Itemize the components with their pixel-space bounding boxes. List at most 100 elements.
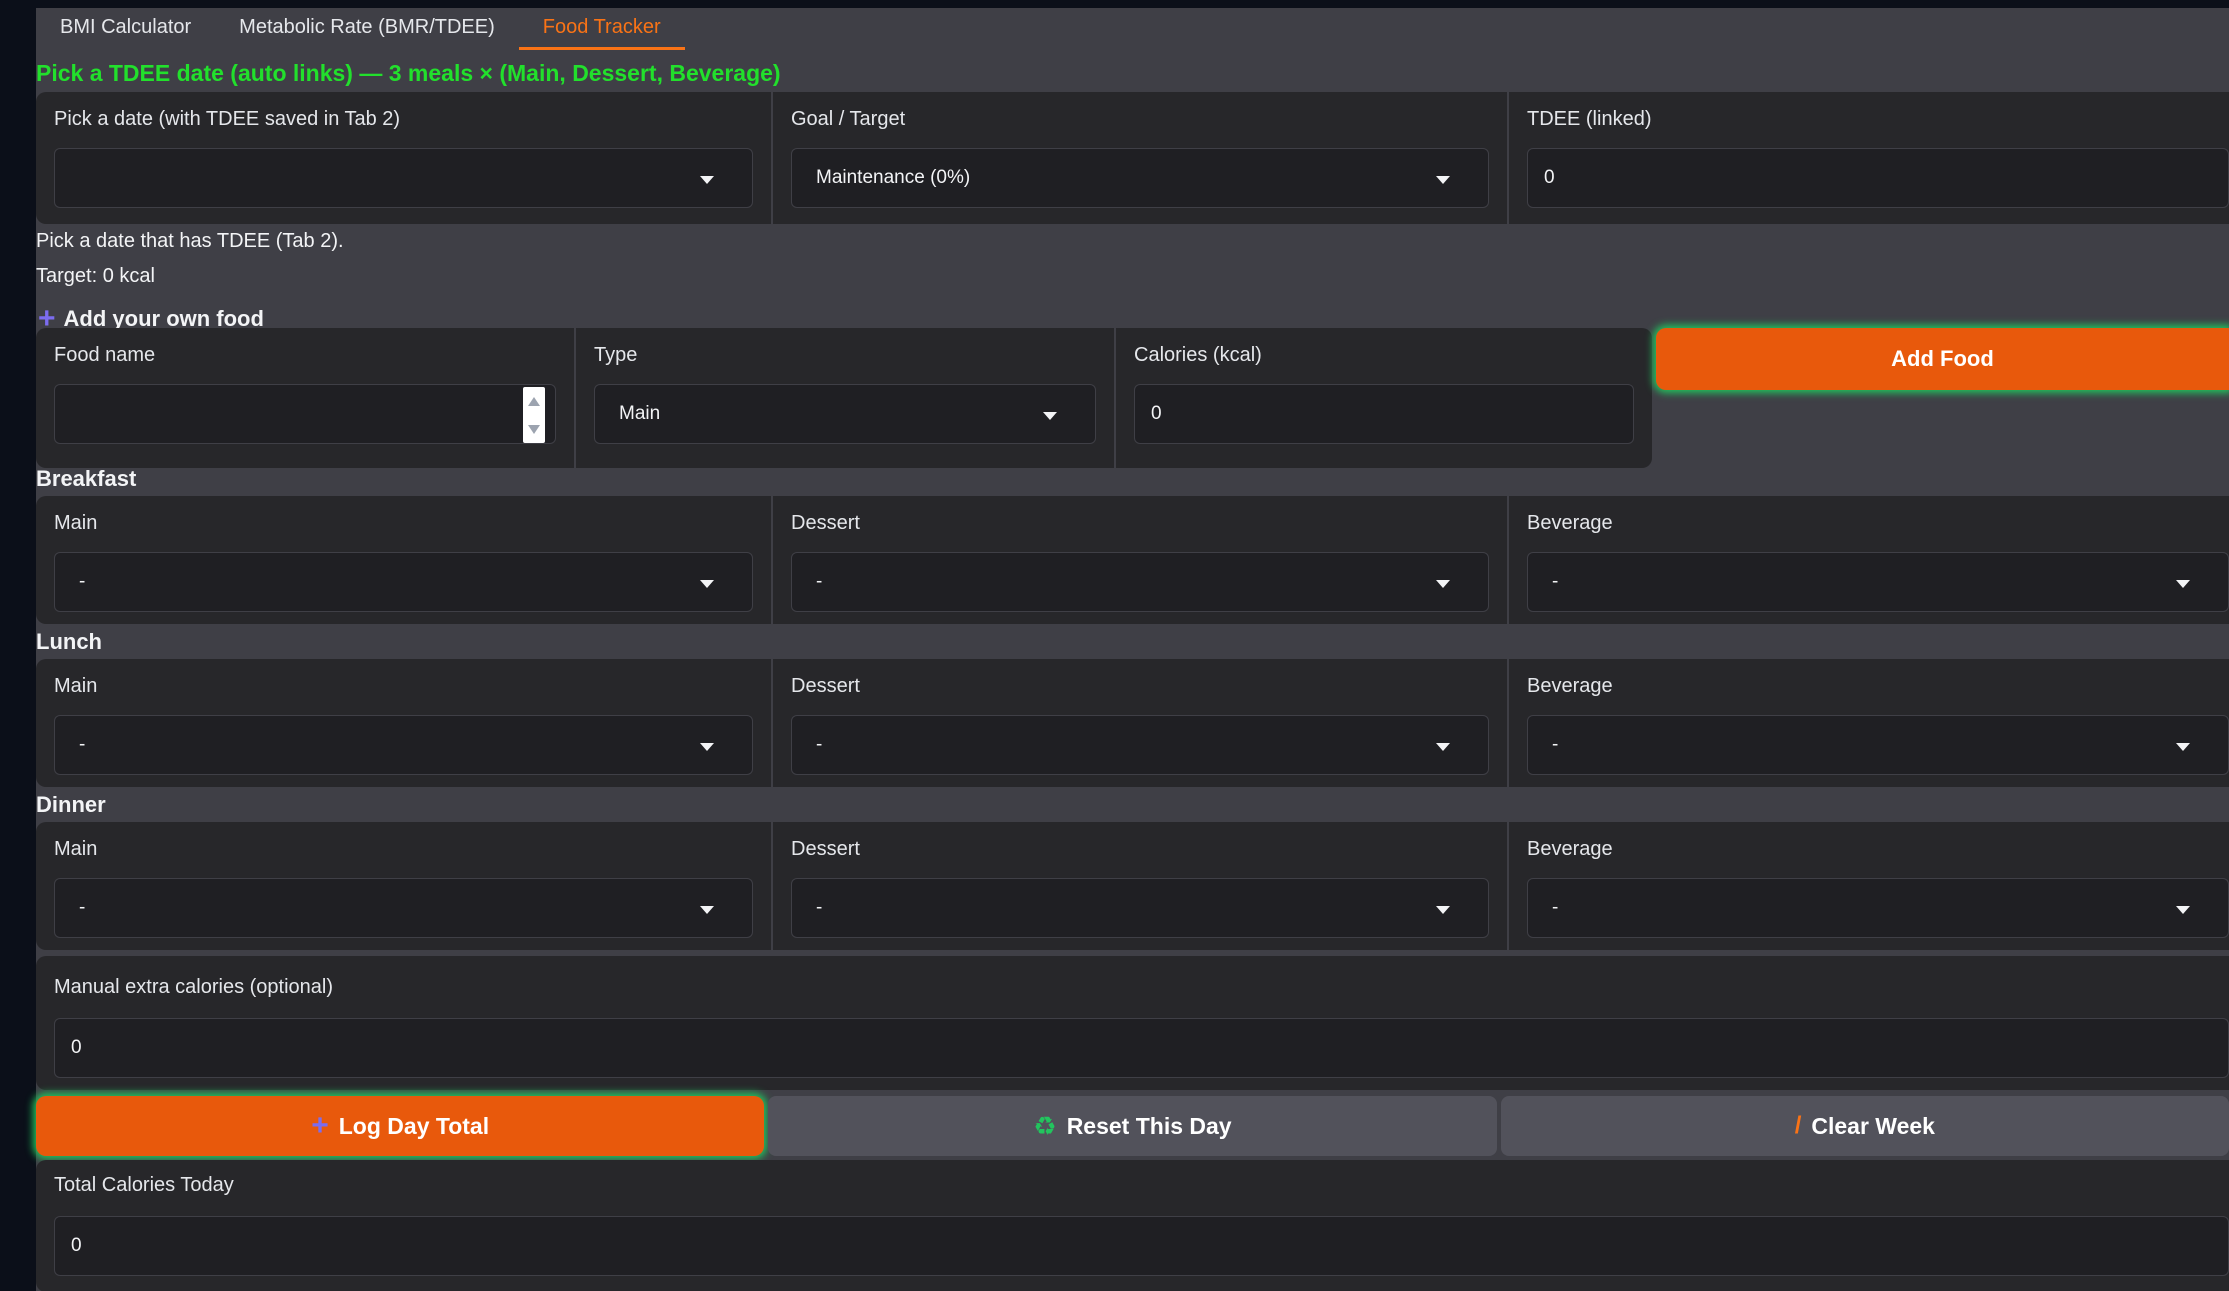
manual-calories-label: Manual extra calories (optional) — [54, 976, 334, 998]
dinner-main-dropdown[interactable]: - — [54, 878, 753, 938]
total-calories-label: Total Calories Today — [54, 1174, 234, 1196]
total-calories-cell: Total Calories Today 0 — [36, 1160, 2229, 1291]
add-food-row: Food name Type Main Calories (kcal) 0 — [36, 328, 1652, 468]
breakfast-dessert-cell: Dessert - — [773, 496, 1509, 624]
calories-input[interactable]: 0 — [1134, 384, 1634, 444]
clear-week-button[interactable]: / Clear Week — [1500, 1096, 2229, 1156]
type-dropdown[interactable]: Main — [594, 384, 1096, 444]
selected-value: - — [1552, 734, 1559, 755]
chevron-down-icon — [1436, 176, 1450, 184]
total-calories-field[interactable]: 0 — [54, 1216, 2229, 1276]
chevron-down-icon — [1436, 580, 1450, 588]
tab-metabolic-rate[interactable]: Metabolic Rate (BMR/TDEE) — [215, 8, 519, 50]
breakfast-row: Main - Dessert - Beverage - — [36, 496, 2229, 624]
calories-label: Calories (kcal) — [1134, 344, 1262, 366]
dinner-beverage-dropdown[interactable]: - — [1527, 878, 2229, 938]
recycle-icon: ♻ — [1033, 1110, 1057, 1141]
goal-value: Maintenance (0%) — [816, 167, 971, 188]
total-calories-row: Total Calories Today 0 — [36, 1160, 2229, 1291]
selected-value: - — [79, 571, 86, 592]
chevron-down-icon — [1436, 743, 1450, 751]
page-headline: Pick a TDEE date (auto links) — 3 meals … — [36, 60, 781, 86]
manual-calories-cell: Manual extra calories (optional) 0 — [36, 956, 2229, 1090]
goal-cell: Goal / Target Maintenance (0%) — [773, 92, 1509, 224]
add-food-button[interactable]: Add Food — [1656, 328, 2229, 390]
food-name-cell: Food name — [36, 328, 576, 468]
chevron-down-icon — [700, 580, 714, 588]
manual-calories-row: Manual extra calories (optional) 0 — [36, 956, 2229, 1090]
reset-this-day-button[interactable]: ♻ Reset This Day — [768, 1096, 1497, 1156]
lunch-beverage-dropdown[interactable]: - — [1527, 715, 2229, 775]
tdee-label: TDEE (linked) — [1527, 108, 1652, 130]
dessert-label: Dessert — [791, 512, 860, 534]
selected-value: - — [79, 734, 86, 755]
action-buttons: + Log Day Total ♻ Reset This Day / Clear… — [36, 1096, 2229, 1156]
manual-calories-input[interactable]: 0 — [54, 1018, 2229, 1078]
breakfast-beverage-dropdown[interactable]: - — [1527, 552, 2229, 612]
tdee-value: 0 — [1544, 167, 1555, 188]
tab-food-tracker[interactable]: Food Tracker — [518, 8, 685, 50]
clear-week-label: Clear Week — [1811, 1112, 1935, 1139]
beverage-label: Beverage — [1527, 512, 1613, 534]
chevron-down-icon — [1043, 412, 1057, 420]
chevron-down-icon — [700, 906, 714, 914]
chevron-down-icon — [2176, 743, 2190, 751]
lunch-row: Main - Dessert - Beverage - — [36, 659, 2229, 787]
goal-label: Goal / Target — [791, 108, 906, 130]
beverage-label: Beverage — [1527, 675, 1613, 697]
tab-bar: BMI Calculator Metabolic Rate (BMR/TDEE)… — [36, 8, 2229, 52]
selected-value: - — [816, 734, 823, 755]
chevron-down-icon — [1436, 906, 1450, 914]
type-value: Main — [619, 403, 661, 424]
tdee-field[interactable]: 0 — [1527, 148, 2229, 208]
plus-icon: + — [38, 302, 56, 335]
dinner-dessert-cell: Dessert - — [773, 822, 1509, 950]
beverage-label: Beverage — [1527, 838, 1613, 860]
dessert-label: Dessert — [791, 838, 860, 860]
tab-bmi-calculator[interactable]: BMI Calculator — [36, 8, 215, 50]
dinner-row: Main - Dessert - Beverage - — [36, 822, 2229, 950]
type-label: Type — [594, 344, 638, 366]
selected-value: - — [79, 897, 86, 918]
reset-this-day-label: Reset This Day — [1066, 1112, 1232, 1139]
chevron-down-icon — [2176, 906, 2190, 914]
dinner-beverage-cell: Beverage - — [1509, 822, 2229, 950]
dinner-dessert-dropdown[interactable]: - — [791, 878, 1489, 938]
main-label: Main — [54, 512, 98, 534]
selected-value: - — [1552, 897, 1559, 918]
chevron-down-icon — [700, 176, 714, 184]
tdee-cell: TDEE (linked) 0 — [1509, 92, 2229, 224]
date-dropdown[interactable] — [54, 148, 753, 208]
dinner-title: Dinner — [36, 792, 106, 817]
date-cell: Pick a date (with TDEE saved in Tab 2) — [36, 92, 773, 224]
lunch-main-cell: Main - — [36, 659, 773, 787]
log-day-total-button[interactable]: + Log Day Total — [36, 1096, 765, 1156]
lunch-title: Lunch — [36, 629, 102, 654]
food-tracker-app: BMI Calculator Metabolic Rate (BMR/TDEE)… — [36, 8, 2229, 1291]
log-day-total-label: Log Day Total — [338, 1112, 490, 1139]
calories-value: 0 — [1151, 403, 1162, 424]
food-name-input[interactable] — [54, 384, 556, 444]
broom-icon: / — [1794, 1112, 1802, 1139]
lunch-beverage-cell: Beverage - — [1509, 659, 2229, 787]
type-cell: Type Main — [576, 328, 1116, 468]
goal-dropdown[interactable]: Maintenance (0%) — [791, 148, 1489, 208]
arrow-up-icon[interactable] — [528, 396, 540, 406]
lunch-main-dropdown[interactable]: - — [54, 715, 753, 775]
breakfast-dessert-dropdown[interactable]: - — [791, 552, 1489, 612]
arrow-down-icon[interactable] — [528, 424, 540, 434]
food-name-scrollbar[interactable] — [523, 387, 545, 443]
date-goal-row: Pick a date (with TDEE saved in Tab 2) G… — [36, 92, 2229, 224]
plus-icon: + — [311, 1109, 329, 1142]
total-calories-value: 0 — [71, 1235, 82, 1256]
main-label: Main — [54, 838, 98, 860]
selected-value: - — [816, 571, 823, 592]
dinner-main-cell: Main - — [36, 822, 773, 950]
lunch-dessert-dropdown[interactable]: - — [791, 715, 1489, 775]
manual-calories-value: 0 — [71, 1037, 82, 1058]
date-label: Pick a date (with TDEE saved in Tab 2) — [54, 108, 401, 130]
dessert-label: Dessert — [791, 675, 860, 697]
selected-value: - — [1552, 571, 1559, 592]
breakfast-main-dropdown[interactable]: - — [54, 552, 753, 612]
selected-value: - — [816, 897, 823, 918]
